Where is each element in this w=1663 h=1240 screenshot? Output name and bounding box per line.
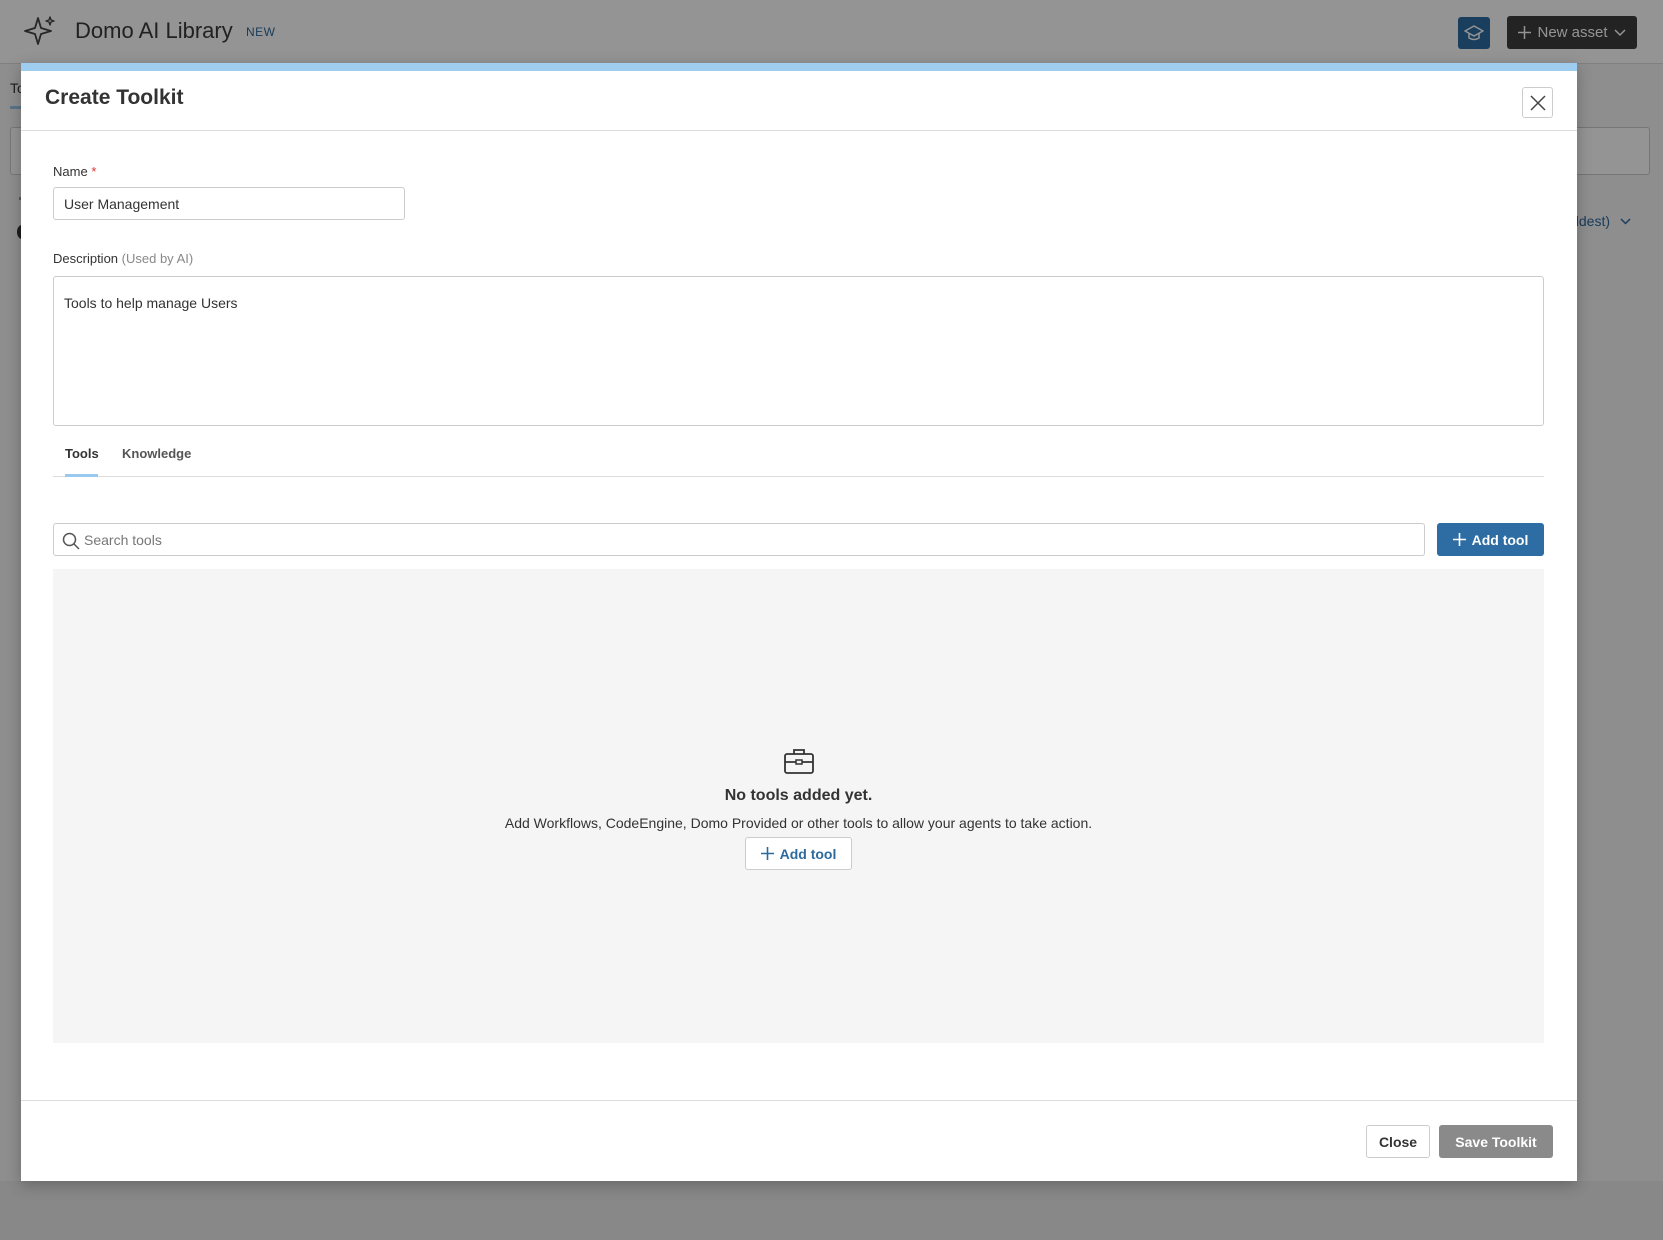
toolkit-tabs: Tools Knowledge [53, 430, 1544, 477]
tab-knowledge[interactable]: Knowledge [122, 446, 191, 461]
empty-add-tool-button[interactable]: Add tool [745, 837, 852, 870]
description-label: Description (Used by AI) [53, 251, 193, 266]
empty-state-description: Add Workflows, CodeEngine, Domo Provided… [504, 815, 1093, 831]
modal-header: Create Toolkit [21, 71, 1577, 131]
search-tools-box [53, 523, 1425, 556]
active-tab-indicator [65, 474, 98, 477]
required-mark: * [91, 164, 97, 179]
plus-icon [1452, 533, 1466, 546]
empty-state-title: No tools added yet. [724, 787, 873, 804]
add-tool-button[interactable]: Add tool [1437, 523, 1544, 556]
name-label: Name * [53, 164, 96, 179]
description-textarea[interactable]: Tools to help manage Users [53, 276, 1544, 426]
description-label-text: Description [53, 251, 119, 266]
modal-title: Create Toolkit [45, 86, 184, 109]
backdrop-strip [0, 1181, 1663, 1240]
description-hint: (Used by AI) [121, 251, 194, 266]
search-tools-input[interactable] [84, 524, 1414, 555]
plus-icon [760, 847, 774, 860]
modal-accent-bar [21, 63, 1577, 71]
search-icon [62, 532, 80, 550]
tab-tools[interactable]: Tools [65, 446, 99, 461]
create-toolkit-modal: Create Toolkit Name * Description (Used … [21, 63, 1577, 1181]
tools-empty-state: No tools added yet. Add Workflows, CodeE… [53, 569, 1544, 1043]
close-icon [1529, 94, 1546, 111]
modal-footer: Close Save Toolkit [21, 1100, 1577, 1181]
empty-add-tool-label: Add tool [779, 845, 837, 862]
toolbox-icon [784, 749, 814, 774]
save-toolkit-button[interactable]: Save Toolkit [1439, 1125, 1553, 1158]
close-button[interactable]: Close [1366, 1125, 1430, 1158]
name-input[interactable] [53, 187, 405, 220]
close-modal-button[interactable] [1522, 87, 1553, 118]
add-tool-label: Add tool [1471, 531, 1529, 548]
name-label-text: Name [53, 164, 88, 179]
